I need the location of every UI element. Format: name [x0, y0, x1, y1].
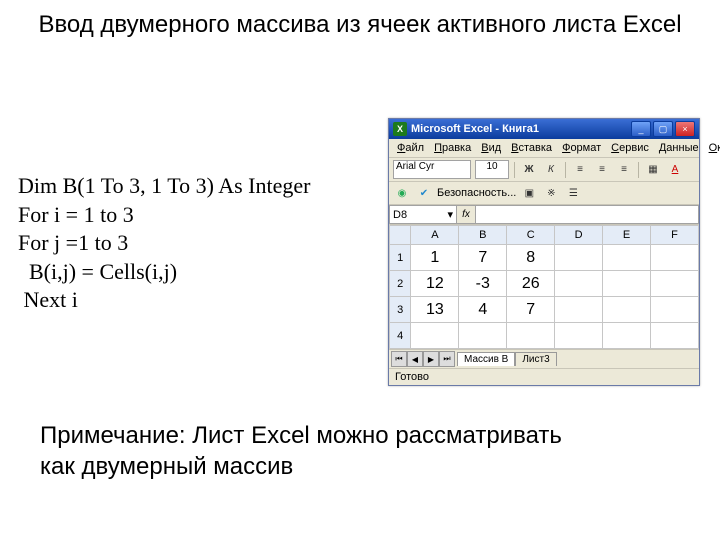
- menu-данные[interactable]: Данные: [655, 141, 703, 155]
- security-check-icon[interactable]: ✔: [415, 184, 433, 202]
- fx-button[interactable]: fx: [457, 205, 476, 224]
- cell-C1[interactable]: 8: [507, 245, 555, 271]
- menu-файл[interactable]: Файл: [393, 141, 428, 155]
- cell-B3[interactable]: 4: [459, 297, 507, 323]
- sheet-tab-active[interactable]: Массив В: [457, 352, 515, 366]
- cell-E3[interactable]: [603, 297, 651, 323]
- security-label[interactable]: Безопасность...: [437, 187, 516, 199]
- window-titlebar: X Microsoft Excel - Книга1 _ ▢ ×: [389, 119, 699, 139]
- cell-E4[interactable]: [603, 323, 651, 349]
- security-toolbar: ◉ ✔ Безопасность... ▣ ※ ☰: [389, 182, 699, 205]
- font-size-select[interactable]: 10: [475, 160, 509, 179]
- excel-window: X Microsoft Excel - Книга1 _ ▢ × ФайлПра…: [388, 118, 700, 386]
- row-header-3[interactable]: 3: [390, 297, 411, 323]
- window-title: Microsoft Excel - Книга1: [411, 123, 627, 135]
- spreadsheet-grid[interactable]: ABCDEF1178212-326313474: [389, 225, 699, 349]
- cell-D3[interactable]: [555, 297, 603, 323]
- row-header-2[interactable]: 2: [390, 271, 411, 297]
- close-button[interactable]: ×: [675, 121, 695, 137]
- formula-input[interactable]: [476, 205, 699, 224]
- menu-правка[interactable]: Правка: [430, 141, 475, 155]
- cell-F1[interactable]: [651, 245, 699, 271]
- menu-bar: ФайлПравкаВидВставкаФорматСервисДанныеОк…: [389, 139, 699, 157]
- chevron-down-icon: ▾: [447, 208, 453, 221]
- cell-B2[interactable]: -3: [459, 271, 507, 297]
- menu-сервис[interactable]: Сервис: [607, 141, 653, 155]
- col-header-F[interactable]: F: [651, 226, 699, 245]
- cell-B1[interactable]: 7: [459, 245, 507, 271]
- col-header-B[interactable]: B: [459, 226, 507, 245]
- next-sheet-icon[interactable]: ▶: [423, 351, 439, 367]
- cell-D1[interactable]: [555, 245, 603, 271]
- cell-A4[interactable]: [411, 323, 459, 349]
- formatting-toolbar: Arial Cyr 10 Ж К ≡ ≡ ≡ ▦ A: [389, 157, 699, 182]
- bold-icon[interactable]: Ж: [520, 161, 538, 179]
- formula-bar: D8 ▾ fx: [389, 205, 699, 225]
- align-left-icon[interactable]: ≡: [571, 161, 589, 179]
- name-box[interactable]: D8 ▾: [389, 205, 457, 224]
- cell-C2[interactable]: 26: [507, 271, 555, 297]
- cell-D4[interactable]: [555, 323, 603, 349]
- first-sheet-icon[interactable]: ⏮: [391, 351, 407, 367]
- security-opt3-icon[interactable]: ☰: [564, 184, 582, 202]
- prev-sheet-icon[interactable]: ◀: [407, 351, 423, 367]
- cell-F4[interactable]: [651, 323, 699, 349]
- vba-code-block: Dim B(1 To 3, 1 To 3) As Integer For i =…: [18, 172, 310, 315]
- cell-F2[interactable]: [651, 271, 699, 297]
- menu-окно[interactable]: Окно: [705, 141, 720, 155]
- font-name-select[interactable]: Arial Cyr: [393, 160, 471, 179]
- align-right-icon[interactable]: ≡: [615, 161, 633, 179]
- maximize-button[interactable]: ▢: [653, 121, 673, 137]
- row-header-4[interactable]: 4: [390, 323, 411, 349]
- cell-C4[interactable]: [507, 323, 555, 349]
- slide-note: Примечание: Лист Excel можно рассматрива…: [40, 420, 600, 482]
- cell-F3[interactable]: [651, 297, 699, 323]
- italic-icon[interactable]: К: [542, 161, 560, 179]
- slide-title: Ввод двумерного массива из ячеек активно…: [0, 0, 720, 40]
- row-header-1[interactable]: 1: [390, 245, 411, 271]
- borders-icon[interactable]: ▦: [644, 161, 662, 179]
- cell-C3[interactable]: 7: [507, 297, 555, 323]
- font-color-icon[interactable]: A: [666, 161, 684, 179]
- cell-E1[interactable]: [603, 245, 651, 271]
- menu-вставка[interactable]: Вставка: [507, 141, 556, 155]
- sheet-tab-bar: ⏮ ◀ ▶ ⏭ Массив В Лист3: [389, 349, 699, 368]
- security-opt1-icon[interactable]: ▣: [520, 184, 538, 202]
- cell-A3[interactable]: 13: [411, 297, 459, 323]
- minimize-button[interactable]: _: [631, 121, 651, 137]
- cell-A2[interactable]: 12: [411, 271, 459, 297]
- name-box-value: D8: [393, 209, 407, 221]
- last-sheet-icon[interactable]: ⏭: [439, 351, 455, 367]
- sheet-tab[interactable]: Лист3: [515, 352, 556, 366]
- col-header-A[interactable]: A: [411, 226, 459, 245]
- security-opt2-icon[interactable]: ※: [542, 184, 560, 202]
- security-shield-icon[interactable]: ◉: [393, 184, 411, 202]
- menu-формат[interactable]: Формат: [558, 141, 605, 155]
- align-center-icon[interactable]: ≡: [593, 161, 611, 179]
- cell-A1[interactable]: 1: [411, 245, 459, 271]
- col-header-C[interactable]: C: [507, 226, 555, 245]
- select-all-corner[interactable]: [390, 226, 411, 245]
- cell-D2[interactable]: [555, 271, 603, 297]
- cell-B4[interactable]: [459, 323, 507, 349]
- col-header-D[interactable]: D: [555, 226, 603, 245]
- status-bar: Готово: [389, 368, 699, 385]
- col-header-E[interactable]: E: [603, 226, 651, 245]
- sheet-nav-buttons[interactable]: ⏮ ◀ ▶ ⏭: [389, 351, 457, 367]
- excel-app-icon: X: [393, 122, 407, 136]
- cell-E2[interactable]: [603, 271, 651, 297]
- menu-вид[interactable]: Вид: [477, 141, 505, 155]
